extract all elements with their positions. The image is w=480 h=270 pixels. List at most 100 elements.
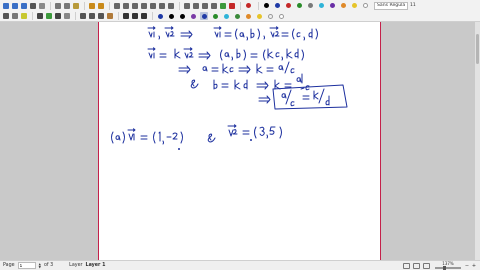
last-page-button[interactable] [210,2,218,10]
redo-button[interactable] [97,2,105,10]
copy-icon [64,2,70,9]
font-selector[interactable]: Sans Regular [374,1,408,10]
pen-tool-button[interactable] [2,12,10,20]
canvas-area[interactable] [0,22,480,260]
export-pdf-button[interactable] [38,2,46,10]
status-bar: Page ▲▼ of 3 Layer Layer 1 137% − + [0,260,480,270]
color-swatch-4[interactable] [306,2,314,10]
fullscreen-button[interactable] [167,2,175,10]
color-swatch-8[interactable] [244,12,252,20]
zoom-out-icon[interactable]: − [464,263,470,269]
toolbar-separator [32,12,33,20]
copy-button[interactable] [63,2,71,10]
color-swatch-10[interactable] [266,12,274,20]
undo-icon [89,2,95,9]
color-swatch-0[interactable] [262,2,270,10]
next-page-button[interactable] [201,2,209,10]
color-swatch-9[interactable] [255,12,263,20]
zoom-slider[interactable] [435,266,461,270]
single-page-view-icon[interactable] [403,262,410,269]
zoom-fit-button[interactable] [140,2,148,10]
color-swatch-3[interactable] [189,12,197,20]
continuous-view-icon[interactable] [413,262,420,269]
horizontal-view-icon[interactable] [423,262,430,269]
scrollbar-thumb[interactable] [476,34,479,64]
undo-button[interactable] [88,2,96,10]
save-button[interactable] [20,2,28,10]
fine-line-button[interactable] [122,12,130,20]
thick-line-button[interactable] [140,12,148,20]
color-swatch-5[interactable] [211,12,219,20]
color-swatch-0[interactable] [156,12,164,20]
page-stepper[interactable]: ▲ ▼ [39,262,41,269]
page-number-input[interactable] [17,262,36,269]
color-dot-icon [256,13,262,19]
color-swatch-1[interactable] [167,12,175,20]
new-document-icon [3,2,9,9]
draw-shape-button[interactable] [54,12,62,20]
close-button[interactable] [228,2,236,10]
zoom-slider-knob[interactable] [443,266,446,270]
image-tool-button[interactable] [45,12,53,20]
zoom-in-button[interactable] [149,2,157,10]
main-toolbar: Sans Regular 11 [0,0,480,11]
color-swatch-6[interactable] [328,2,336,10]
last-page-icon [211,2,217,9]
toolbar-separator [118,12,119,20]
record-button[interactable] [244,2,252,10]
color-dot-icon [223,13,229,19]
first-page-button[interactable] [183,2,191,10]
color-dot-icon [296,3,302,8]
open-document-button[interactable] [11,2,19,10]
ink-line-1 [147,26,318,41]
zoom-out-button[interactable] [158,2,166,10]
color-swatch-7[interactable] [339,2,347,10]
vertical-scrollbar[interactable] [475,22,480,260]
cut-button[interactable] [54,2,62,10]
ruler-button[interactable] [63,12,71,20]
toolbar-separator [179,1,180,10]
highlighter-button[interactable] [20,12,28,20]
color-swatch-1[interactable] [273,2,281,10]
close-icon [229,2,235,9]
select-region-button[interactable] [88,12,96,20]
color-dot-icon [285,3,291,8]
page-canvas[interactable] [98,22,381,260]
print-button[interactable] [29,2,37,10]
select-rect-button[interactable] [79,12,87,20]
zoom-in-icon[interactable]: + [471,263,477,269]
eraser-button[interactable] [11,12,19,20]
font-size[interactable]: 11 [410,3,416,8]
color-swatch-4[interactable] [200,12,208,20]
insert-page-before-button[interactable] [113,2,121,10]
color-dot-icon [274,3,280,8]
color-swatch-5[interactable] [317,2,325,10]
color-dot-icon [318,3,324,8]
fullscreen-icon [168,2,174,9]
insert-page-after-icon [123,2,129,9]
insert-page-after-button[interactable] [122,2,130,10]
color-swatch-11[interactable] [277,12,285,20]
toolbar-separator [109,1,110,10]
previous-page-button[interactable] [192,2,200,10]
color-swatch-7[interactable] [233,12,241,20]
layer-select[interactable]: Layer 1 [86,263,106,268]
medium-line-button[interactable] [131,12,139,20]
color-swatch-6[interactable] [222,12,230,20]
color-swatch-3[interactable] [295,2,303,10]
color-swatch-9[interactable] [361,2,369,10]
hand-tool-button[interactable] [106,12,114,20]
color-swatch-2[interactable] [178,12,186,20]
chevron-down-icon[interactable]: ▼ [39,265,41,269]
text-tool-button[interactable] [36,12,44,20]
zoom-control[interactable]: 137% [435,262,461,270]
delete-page-button[interactable] [131,2,139,10]
hand-tool-icon [107,13,113,19]
goto-page-button[interactable] [219,2,227,10]
vertical-space-button[interactable] [97,12,105,20]
zoom-in-icon [150,2,156,9]
paste-button[interactable] [72,2,80,10]
new-document-button[interactable] [2,2,10,10]
color-swatch-8[interactable] [350,2,358,10]
color-swatch-2[interactable] [284,2,292,10]
